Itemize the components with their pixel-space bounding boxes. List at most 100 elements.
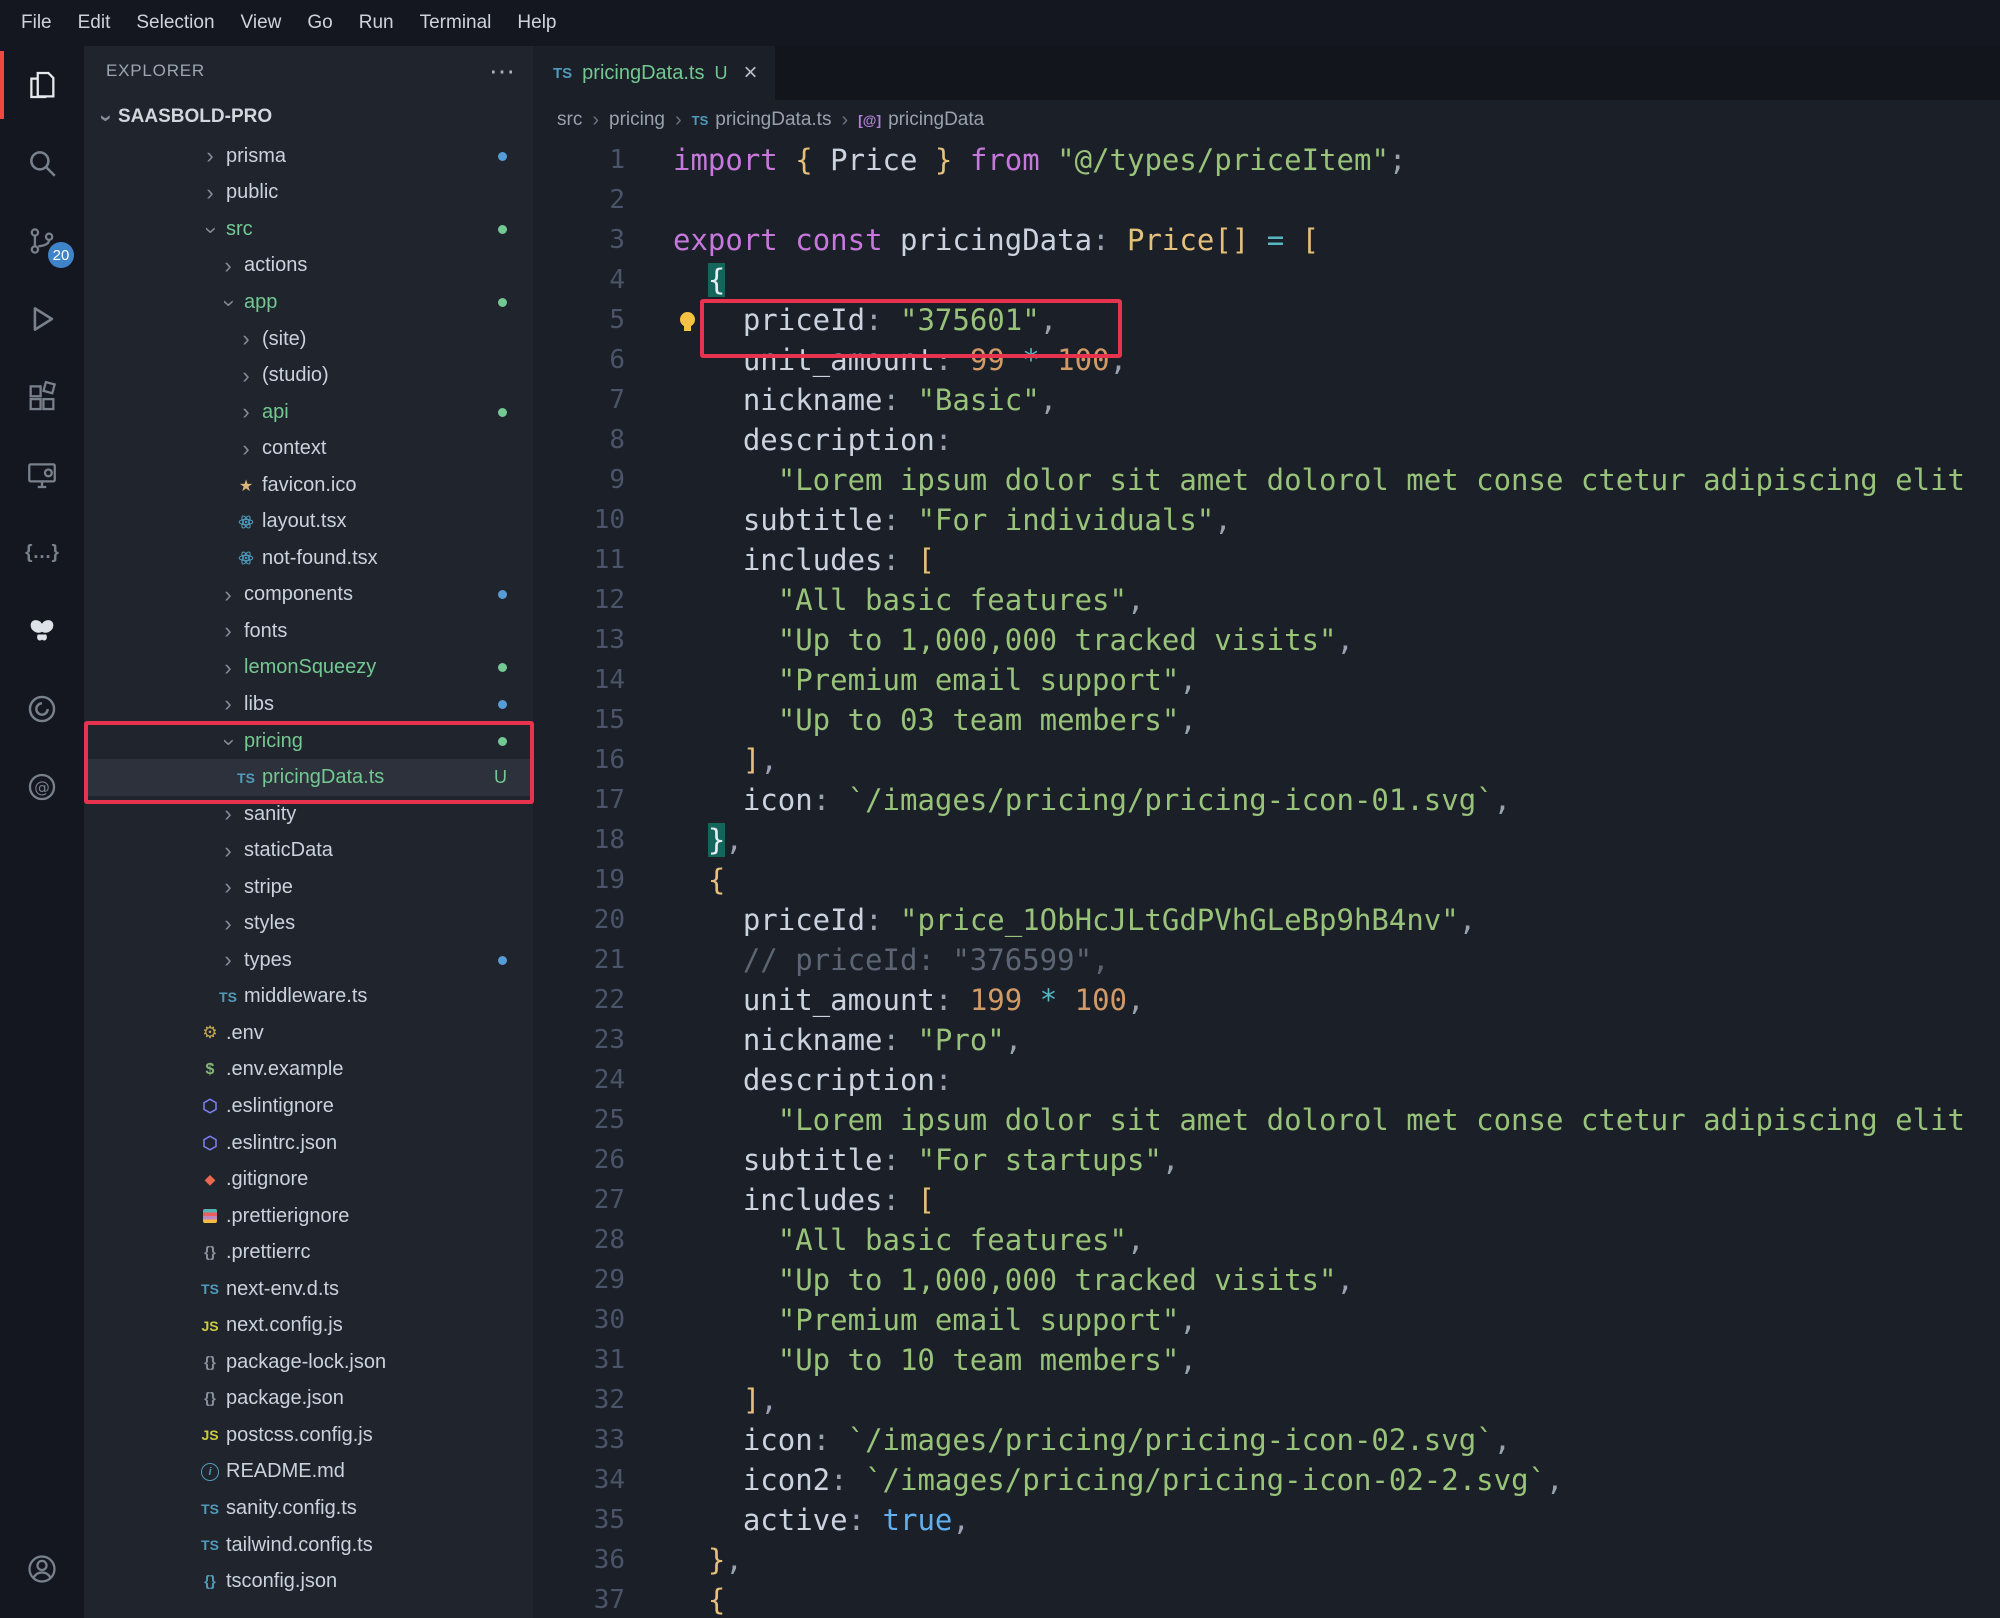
sidebar-folder-context[interactable]: ›context	[84, 430, 533, 467]
code-line-14[interactable]: 14 "Premium email support",	[533, 660, 2000, 700]
sidebar-file-next-env-d-ts[interactable]: TSnext-env.d.ts	[84, 1271, 533, 1308]
code-line-20[interactable]: 20 priceId: "price_1ObHcJLtGdPVhGLeBp9hB…	[533, 900, 2000, 940]
sidebar-folder-sanity[interactable]: ›sanity	[84, 796, 533, 833]
code-line-21[interactable]: 21 // priceId: "376599",	[533, 940, 2000, 980]
code-line-15[interactable]: 15 "Up to 03 team members",	[533, 700, 2000, 740]
sidebar-file-favicon-ico[interactable]: ★favicon.ico	[84, 467, 533, 504]
sidebar-folder-pricing[interactable]: ›pricing	[84, 723, 533, 760]
code-editor[interactable]: 1import { Price } from "@/types/priceIte…	[533, 140, 2000, 1618]
code-line-6[interactable]: 6 unit_amount: 99 * 100,	[533, 340, 2000, 380]
code-line-26[interactable]: 26 subtitle: "For startups",	[533, 1140, 2000, 1180]
breadcrumb-src[interactable]: src	[557, 109, 582, 131]
code-line-12[interactable]: 12 "All basic features",	[533, 580, 2000, 620]
sidebar-file-package-lock-json[interactable]: {}package-lock.json	[84, 1344, 533, 1381]
sidebar-file-readme-md[interactable]: iREADME.md	[84, 1454, 533, 1491]
sidebar-file-layout-tsx[interactable]: layout.tsx	[84, 503, 533, 540]
more-actions-icon[interactable]: ⋯	[489, 66, 515, 76]
breadcrumb-pricingdata-ts[interactable]: TSpricingData.ts	[692, 109, 832, 131]
sidebar-file-postcss-config-js[interactable]: JSpostcss.config.js	[84, 1417, 533, 1454]
code-line-25[interactable]: 25 "Lorem ipsum dolor sit amet dolorol m…	[533, 1100, 2000, 1140]
activity-run-debug-icon[interactable]	[0, 280, 84, 358]
menu-terminal[interactable]: Terminal	[407, 12, 505, 34]
activity-explorer-icon[interactable]	[0, 46, 84, 124]
code-line-22[interactable]: 22 unit_amount: 199 * 100,	[533, 980, 2000, 1020]
code-line-30[interactable]: 30 "Premium email support",	[533, 1300, 2000, 1340]
menu-selection[interactable]: Selection	[123, 12, 227, 34]
code-line-2[interactable]: 2	[533, 180, 2000, 220]
menu-run[interactable]: Run	[346, 12, 407, 34]
menu-edit[interactable]: Edit	[65, 12, 124, 34]
code-line-18[interactable]: 18 },	[533, 820, 2000, 860]
code-line-27[interactable]: 27 includes: [	[533, 1180, 2000, 1220]
sidebar-folder-prisma[interactable]: ›prisma	[84, 138, 533, 175]
code-line-37[interactable]: 37 {	[533, 1580, 2000, 1618]
breadcrumb-pricingdata[interactable]: [@]pricingData	[858, 109, 984, 131]
code-line-19[interactable]: 19 {	[533, 860, 2000, 900]
menu-help[interactable]: Help	[504, 12, 569, 34]
activity-search-icon[interactable]	[0, 124, 84, 202]
code-line-16[interactable]: 16 ],	[533, 740, 2000, 780]
activity-circle-extension-icon[interactable]	[0, 670, 84, 748]
activity-at-extension-icon[interactable]: @	[0, 748, 84, 826]
sidebar-folder-site[interactable]: ›(site)	[84, 321, 533, 358]
code-line-28[interactable]: 28 "All basic features",	[533, 1220, 2000, 1260]
code-line-5[interactable]: 5 priceId: "375601",	[533, 300, 2000, 340]
sidebar-file-sanity-config-ts[interactable]: TSsanity.config.ts	[84, 1490, 533, 1527]
sidebar-folder-fonts[interactable]: ›fonts	[84, 613, 533, 650]
sidebar-folder-app[interactable]: ›app	[84, 284, 533, 321]
sidebar-folder-types[interactable]: ›types	[84, 942, 533, 979]
sidebar-folder-api[interactable]: ›api	[84, 394, 533, 431]
code-line-34[interactable]: 34 icon2: `/images/pricing/pricing-icon-…	[533, 1460, 2000, 1500]
code-line-35[interactable]: 35 active: true,	[533, 1500, 2000, 1540]
menu-go[interactable]: Go	[294, 12, 345, 34]
sidebar-file-package-json[interactable]: {}package.json	[84, 1381, 533, 1418]
activity-snippets-braces-icon[interactable]: {…}	[0, 514, 84, 592]
code-line-8[interactable]: 8 description:	[533, 420, 2000, 460]
sidebar-folder-src[interactable]: ›src	[84, 211, 533, 248]
close-icon[interactable]: ×	[743, 59, 757, 87]
tab-pricingdata-ts[interactable]: TS pricingData.ts U ×	[533, 46, 775, 100]
code-line-3[interactable]: 3export const pricingData: Price[] = [	[533, 220, 2000, 260]
sidebar-folder-public[interactable]: ›public	[84, 175, 533, 212]
code-line-31[interactable]: 31 "Up to 10 team members",	[533, 1340, 2000, 1380]
code-line-33[interactable]: 33 icon: `/images/pricing/pricing-icon-0…	[533, 1420, 2000, 1460]
menu-view[interactable]: View	[228, 12, 295, 34]
sidebar-file-tailwind-config-ts[interactable]: TStailwind.config.ts	[84, 1527, 533, 1564]
sidebar-folder-libs[interactable]: ›libs	[84, 686, 533, 723]
menu-file[interactable]: File	[8, 12, 65, 34]
activity-extensions-icon[interactable]	[0, 358, 84, 436]
sidebar-file-pricingdata-ts[interactable]: TSpricingData.tsU	[84, 759, 533, 796]
sidebar-file-not-found-tsx[interactable]: not-found.tsx	[84, 540, 533, 577]
code-line-1[interactable]: 1import { Price } from "@/types/priceIte…	[533, 140, 2000, 180]
sidebar-file-env[interactable]: ⚙.env	[84, 1015, 533, 1052]
code-line-17[interactable]: 17 icon: `/images/pricing/pricing-icon-0…	[533, 780, 2000, 820]
sidebar-folder-components[interactable]: ›components	[84, 577, 533, 614]
lightbulb-icon[interactable]	[680, 312, 695, 327]
activity-source-control-icon[interactable]: 20	[0, 202, 84, 280]
sidebar-file-eslintignore[interactable]: .eslintignore	[84, 1088, 533, 1125]
activity-remote-monitor-icon[interactable]	[0, 436, 84, 514]
sidebar-folder-studio[interactable]: ›(studio)	[84, 357, 533, 394]
sidebar-file-env-example[interactable]: $.env.example	[84, 1052, 533, 1089]
code-line-32[interactable]: 32 ],	[533, 1380, 2000, 1420]
code-line-13[interactable]: 13 "Up to 1,000,000 tracked visits",	[533, 620, 2000, 660]
sidebar-file-prettierignore[interactable]: .prettierignore	[84, 1198, 533, 1235]
project-section-header[interactable]: › SAASBOLD-PRO	[84, 96, 533, 138]
code-line-23[interactable]: 23 nickname: "Pro",	[533, 1020, 2000, 1060]
sidebar-folder-staticdata[interactable]: ›staticData	[84, 832, 533, 869]
sidebar-file-eslintrc-json[interactable]: .eslintrc.json	[84, 1125, 533, 1162]
code-line-10[interactable]: 10 subtitle: "For individuals",	[533, 500, 2000, 540]
activity-account-icon[interactable]	[0, 1530, 84, 1608]
sidebar-folder-lemonsqueezy[interactable]: ›lemonSqueezy	[84, 650, 533, 687]
sidebar-file-prettierrc[interactable]: {}.prettierrc	[84, 1234, 533, 1271]
sidebar-file-gitignore[interactable]: ◆.gitignore	[84, 1161, 533, 1198]
code-line-29[interactable]: 29 "Up to 1,000,000 tracked visits",	[533, 1260, 2000, 1300]
code-line-9[interactable]: 9 "Lorem ipsum dolor sit amet dolorol me…	[533, 460, 2000, 500]
sidebar-file-next-config-js[interactable]: JSnext.config.js	[84, 1308, 533, 1345]
code-line-7[interactable]: 7 nickname: "Basic",	[533, 380, 2000, 420]
sidebar-folder-actions[interactable]: ›actions	[84, 248, 533, 285]
code-line-4[interactable]: 4 {	[533, 260, 2000, 300]
activity-butterfly-extension-icon[interactable]	[0, 592, 84, 670]
breadcrumb-pricing[interactable]: pricing	[609, 109, 665, 131]
sidebar-file-tsconfig-json[interactable]: {}tsconfig.json	[84, 1563, 533, 1600]
